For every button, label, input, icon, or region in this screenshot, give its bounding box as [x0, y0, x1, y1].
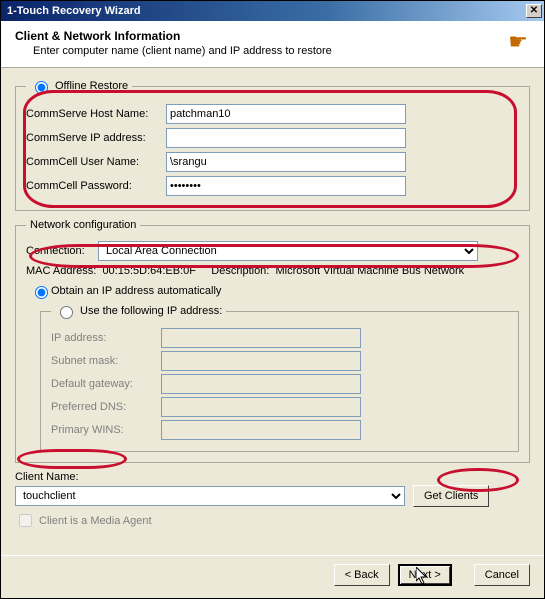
commcell-password-label: CommCell Password:: [26, 180, 166, 192]
close-button[interactable]: ✕: [526, 4, 542, 18]
default-gateway-label: Default gateway:: [51, 378, 161, 390]
client-name-select[interactable]: touchclient: [15, 486, 405, 506]
subnet-mask-input: [161, 351, 361, 371]
commserve-host-input[interactable]: [166, 104, 406, 124]
cancel-button[interactable]: Cancel: [474, 564, 530, 586]
commcell-password-input[interactable]: [166, 176, 406, 196]
network-config-group: Network configuration Connection: Local …: [15, 219, 530, 463]
client-name-label: Client Name:: [15, 471, 530, 483]
description-value: Microsoft Virtual Machine Bus Network: [275, 265, 464, 277]
wizard-body: Offline Restore CommServe Host Name: Com…: [1, 68, 544, 555]
commcell-user-input[interactable]: [166, 152, 406, 172]
client-name-section: Client Name: touchclient Get Clients Cli…: [15, 471, 530, 530]
mac-address-value: 00:15:5D:64:EB:0F: [102, 265, 196, 277]
use-following-ip-radio[interactable]: [60, 306, 73, 319]
next-button[interactable]: Next >: [398, 564, 452, 586]
subnet-mask-label: Subnet mask:: [51, 355, 161, 367]
offline-restore-group: Offline Restore CommServe Host Name: Com…: [15, 78, 530, 211]
preferred-dns-input: [161, 397, 361, 417]
media-agent-checkbox: [19, 514, 32, 527]
offline-restore-radio[interactable]: [35, 81, 48, 94]
commcell-user-label: CommCell User Name:: [26, 156, 166, 168]
window-title: 1-Touch Recovery Wizard: [7, 5, 141, 17]
titlebar: 1-Touch Recovery Wizard ✕: [1, 1, 544, 21]
ip-address-input: [161, 328, 361, 348]
primary-wins-label: Primary WINS:: [51, 424, 161, 436]
back-button[interactable]: < Back: [334, 564, 390, 586]
page-subtitle: Enter computer name (client name) and IP…: [15, 45, 530, 57]
static-ip-group: Use the following IP address: IP address…: [40, 303, 519, 452]
ip-address-label: IP address:: [51, 332, 161, 344]
commserve-host-label: CommServe Host Name:: [26, 108, 166, 120]
obtain-ip-auto-radio[interactable]: [35, 286, 48, 299]
page-title: Client & Network Information: [15, 29, 530, 43]
wizard-header: Client & Network Information Enter compu…: [1, 21, 544, 68]
media-agent-label: Client is a Media Agent: [39, 515, 152, 527]
wizard-window: 1-Touch Recovery Wizard ✕ Client & Netwo…: [0, 0, 545, 599]
hand-pointer-icon: ☛: [508, 29, 528, 55]
commserve-ip-input[interactable]: [166, 128, 406, 148]
connection-select[interactable]: Local Area Connection: [98, 241, 478, 261]
use-following-ip-label: Use the following IP address:: [80, 305, 222, 317]
preferred-dns-label: Preferred DNS:: [51, 401, 161, 413]
obtain-ip-auto-label: Obtain an IP address automatically: [51, 285, 221, 297]
connection-label: Connection:: [26, 245, 98, 257]
description-label: Description:: [211, 265, 269, 277]
network-config-legend: Network configuration: [26, 219, 140, 231]
wizard-footer: < Back Next > Cancel: [1, 555, 544, 598]
commserve-ip-label: CommServe IP address:: [26, 132, 166, 144]
offline-restore-legend: Offline Restore: [55, 80, 128, 92]
default-gateway-input: [161, 374, 361, 394]
primary-wins-input: [161, 420, 361, 440]
mac-address-label: MAC Address:: [26, 265, 96, 277]
get-clients-button[interactable]: Get Clients: [413, 485, 489, 507]
